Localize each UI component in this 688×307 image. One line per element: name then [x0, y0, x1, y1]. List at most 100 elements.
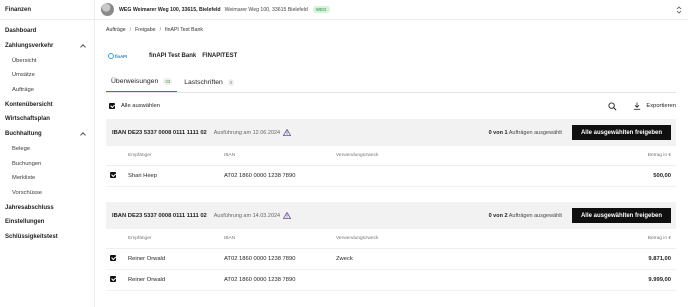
selection-count: 0 von 2 Aufträgen ausgewählt [489, 213, 562, 219]
sidebar-item-buchungen[interactable]: Buchungen [0, 156, 94, 171]
main-content: Aufträge / Freigabe / finAPI Test Bank f… [95, 20, 688, 307]
search-icon[interactable] [608, 101, 617, 111]
property-name: WEG Weimarer Weg 100, 33615, Bielefeld [119, 6, 221, 13]
property-avatar [101, 3, 114, 16]
bank-name: finAPI Test Bank [149, 53, 197, 59]
row-receiver: Reiner Orwald [128, 256, 166, 262]
tab-label: Überweisungen [111, 78, 159, 85]
tab-label: Lastschriften [184, 78, 223, 86]
row-iban: AT02 1860 0000 1238 7890 [224, 277, 296, 283]
sidebar-item-belege[interactable]: Belege [0, 142, 94, 157]
sidebar-item-vorschuesse[interactable]: Vorschüsse [0, 186, 94, 201]
bank-header: finAPI finAPI Test Bank FINAPITEST [106, 40, 676, 72]
chevron-up-icon [80, 132, 86, 138]
row-amount: 500,00 [653, 173, 671, 179]
sidebar-item-einstellungen[interactable]: Einstellungen [0, 215, 94, 230]
breadcrumb: Aufträge / Freigabe / finAPI Test Bank [106, 20, 676, 40]
approve-selected-button[interactable]: Alle ausgewählten freigeben [571, 125, 671, 140]
table-row[interactable]: Shari Heep AT02 1860 0000 1238 7890 500,… [106, 166, 676, 187]
execution-date: Ausführung am 14.03.2024 [213, 212, 281, 219]
column-iban: IBAN [224, 236, 236, 241]
breadcrumb-item[interactable]: Aufträge [106, 27, 126, 33]
sidebar-item-umsaetze[interactable]: Umsätze [0, 68, 94, 83]
tab-ueberweisungen[interactable]: Überweisungen 33 [106, 72, 178, 92]
property-type-badge: WEG [312, 6, 330, 13]
select-all-checkbox[interactable] [109, 103, 115, 109]
row-purpose: Zweck [336, 256, 353, 262]
sidebar-item-auftraege[interactable]: Aufträge [0, 83, 94, 98]
sidebar-item-label: Zahlungsverkehr [5, 43, 54, 50]
selection-count-value: 0 von 1 [488, 129, 508, 136]
sidebar-item-uebersicht[interactable]: Übersicht [0, 53, 94, 68]
sidebar: Finanzen Dashboard Zahlungsverkehr Übers… [0, 0, 95, 307]
account-iban: IBAN DE23 5337 0008 0111 1111 02 [112, 212, 207, 219]
execution-date: Ausführung am 12.06.2024 [213, 129, 281, 136]
account-group-header: IBAN DE23 5337 0008 0111 1111 02 Ausführ… [106, 202, 676, 229]
bank-logo-text: finAPI [115, 53, 128, 59]
property-address: Weimarer Weg 100, 33615 Bielefeld [224, 6, 308, 13]
select-all[interactable]: Alle auswählen [109, 103, 160, 109]
sidebar-item-label: Dashboard [5, 28, 37, 35]
row-amount: 9.999,00 [648, 277, 671, 283]
selection-count-suffix: Aufträgen ausgewählt [508, 212, 562, 219]
column-receiver: Empfänger [128, 236, 152, 241]
selection-count-suffix: Aufträgen ausgewählt [508, 129, 562, 136]
sidebar-item-label: Buchhaltung [5, 131, 42, 138]
logo-ring-icon [108, 53, 114, 59]
breadcrumb-separator: / [129, 27, 132, 33]
account-group-header: IBAN DE23 5337 0008 0111 1111 02 Ausführ… [106, 119, 676, 146]
sidebar-item-label: Einstellungen [5, 219, 45, 226]
tab-count-badge: 33 [163, 78, 173, 85]
column-purpose: Verwendungszweck [336, 153, 379, 158]
bank-code: FINAPITEST [202, 53, 238, 59]
sidebar-item-kontenuebersicht[interactable]: Kontenübersicht [0, 97, 94, 112]
toolbar-actions: Exportieren [608, 101, 676, 111]
sidebar-item-label: Kontenübersicht [5, 101, 53, 108]
row-iban: AT02 1860 0000 1238 7890 [224, 256, 296, 262]
table-row[interactable]: Reiner Orwald AT02 1860 0000 1238 7890 Z… [106, 249, 676, 270]
column-amount: Betrag in € [647, 236, 671, 241]
select-all-label: Alle auswählen [121, 103, 160, 109]
warning-icon [283, 129, 292, 136]
chevron-up-down-icon[interactable] [676, 5, 682, 15]
sidebar-item-label: Wirtschaftsplan [5, 116, 50, 123]
breadcrumb-item[interactable]: Freigabe [135, 27, 155, 33]
sidebar-item-label: Schlüssigkeitstest [5, 233, 58, 240]
tab-lastschriften[interactable]: Lastschriften 0 [179, 72, 239, 92]
export-button[interactable]: Exportieren [633, 102, 676, 110]
breadcrumb-current: finAPI Test Bank [165, 27, 203, 33]
row-checkbox[interactable] [110, 255, 116, 262]
row-checkbox[interactable] [110, 172, 116, 179]
column-receiver: Empfänger [128, 153, 152, 158]
column-iban: IBAN [224, 153, 236, 158]
sidebar-item-jahresabschluss[interactable]: Jahresabschluss [0, 200, 94, 215]
breadcrumb-separator: / [159, 27, 162, 33]
column-amount: Betrag in € [647, 153, 671, 158]
tab-bar: Überweisungen 33 Lastschriften 0 [106, 73, 676, 93]
table-row[interactable]: Reiner Orwald AT02 1860 0000 1238 7890 9… [106, 270, 676, 291]
warning-icon [283, 212, 292, 219]
account-iban: IBAN DE23 5337 0008 0111 1111 02 [112, 129, 207, 136]
account-group: IBAN DE23 5337 0008 0111 1111 02 Ausführ… [106, 119, 676, 187]
sidebar-item-merkliste[interactable]: Merkliste [0, 171, 94, 186]
table-header: Empfänger IBAN Verwendungszweck Betrag i… [106, 146, 676, 166]
sidebar-item-buchhaltung[interactable]: Buchhaltung [0, 127, 94, 142]
tab-count-badge: 0 [227, 78, 235, 86]
sidebar-item-zahlungsverkehr[interactable]: Zahlungsverkehr [0, 39, 94, 54]
export-label: Exportieren [646, 103, 676, 109]
row-receiver: Shari Heep [128, 173, 158, 179]
row-receiver: Reiner Orwald [128, 277, 166, 283]
property-selector[interactable]: WEG Weimarer Weg 100, 33615, Bielefeld W… [95, 0, 688, 20]
bank-logo: finAPI [108, 52, 130, 61]
selection-count-value: 0 von 2 [488, 212, 508, 219]
sidebar-item-dashboard[interactable]: Dashboard [0, 24, 94, 39]
row-amount: 9.871,00 [648, 256, 671, 262]
toolbar: Alle auswählen Exportieren [106, 93, 676, 119]
sidebar-item-schluesselkeitstest[interactable]: Schlüssigkeitstest [0, 230, 94, 245]
account-group: IBAN DE23 5337 0008 0111 1111 02 Ausführ… [106, 202, 676, 291]
download-icon [634, 102, 641, 110]
sidebar-item-wirtschaftsplan[interactable]: Wirtschaftsplan [0, 112, 94, 127]
approve-selected-button[interactable]: Alle ausgewählten freigeben [571, 208, 671, 223]
row-checkbox[interactable] [110, 276, 116, 283]
chevron-up-icon [80, 44, 86, 50]
